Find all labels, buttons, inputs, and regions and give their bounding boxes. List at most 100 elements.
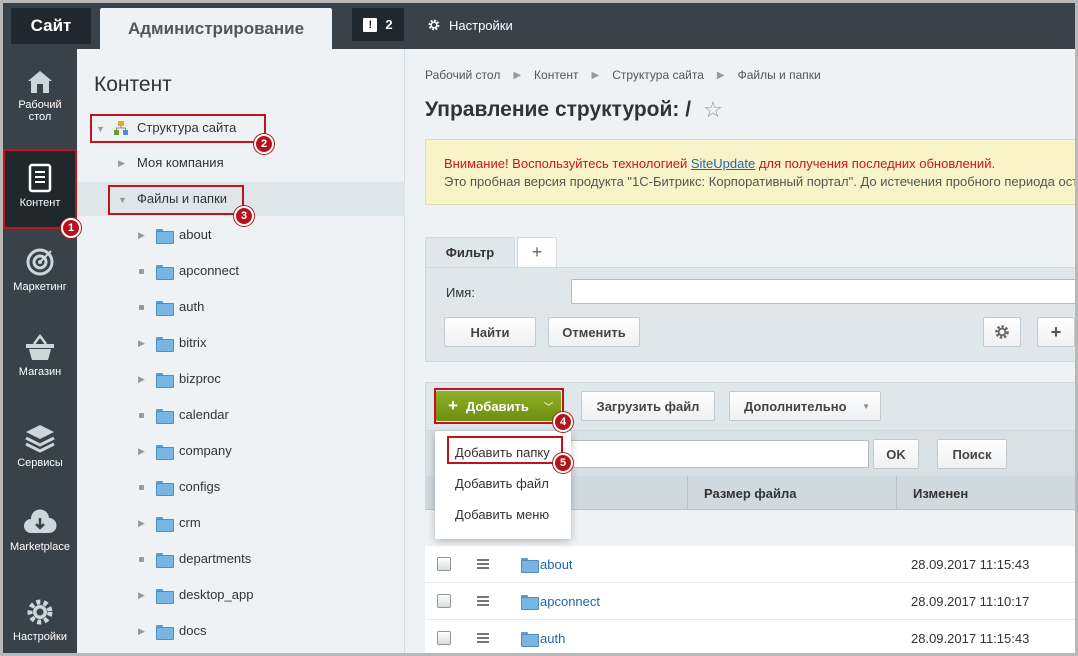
find-button[interactable]: Найти — [444, 317, 536, 347]
update-alert: Внимание! Воспользуйтесь технологией Sit… — [425, 139, 1075, 205]
tree-folder-item[interactable]: ▶ company — [77, 434, 405, 468]
chevron-right-icon: ▶ — [716, 69, 725, 81]
breadcrumb: Рабочий стол ▶ Контент ▶ Структура сайта ▶ … — [425, 68, 821, 82]
tree-folder-item[interactable]: configs — [77, 470, 405, 504]
table-row[interactable]: auth 28.09.2017 11:15:43 — [425, 620, 1075, 653]
search-button[interactable]: Поиск — [937, 439, 1007, 469]
row-menu-icon[interactable] — [477, 596, 489, 606]
upload-file-button[interactable]: Загрузить файл — [581, 391, 715, 421]
folder-icon — [156, 517, 174, 532]
column-header-modified[interactable]: Изменен — [896, 476, 1075, 510]
cancel-button[interactable]: Отменить — [548, 317, 640, 347]
tree-folder-item[interactable]: apconnect — [77, 254, 405, 288]
step-badge: 5 — [553, 453, 573, 473]
menu-item-add-menu[interactable]: Добавить меню — [455, 507, 549, 522]
nav-marketplace-label: Marketplace — [10, 541, 70, 553]
nav-shop-label: Магазин — [18, 366, 62, 378]
folder-icon — [156, 229, 174, 244]
site-tab[interactable]: Сайт — [11, 8, 91, 44]
expand-arrow-icon[interactable]: ▶ — [138, 590, 145, 601]
expand-arrow-icon[interactable]: ▶ — [138, 338, 145, 349]
expand-arrow-icon[interactable]: ▶ — [118, 158, 125, 169]
search-input[interactable] — [546, 440, 869, 468]
tab-filter[interactable]: Фильтр — [425, 237, 515, 267]
nav-settings-label: Настройки — [13, 631, 67, 643]
tree-folder-label: bizproc — [179, 371, 221, 386]
bullet-icon — [139, 305, 144, 310]
tree-folder-label: docs — [179, 623, 207, 638]
file-name-link[interactable]: apconnect — [540, 594, 600, 609]
breadcrumb-item[interactable]: Контент — [534, 68, 578, 82]
chevron-right-icon: ▶ — [591, 69, 600, 81]
column-header-size[interactable]: Размер файла — [687, 476, 897, 510]
folder-icon — [156, 445, 174, 460]
content-tree-panel: Контент ▼ Структура сайта ▶ Моя компания… — [77, 49, 405, 653]
filter-name-input[interactable] — [571, 279, 1075, 304]
tree-folder-item[interactable]: ▶ bitrix — [77, 326, 405, 360]
page-title-text: Управление структурой: / — [425, 98, 692, 121]
row-checkbox[interactable] — [437, 594, 451, 608]
menu-item-add-file[interactable]: Добавить файл — [455, 476, 549, 491]
tree-folder-item[interactable]: auth — [77, 290, 405, 324]
home-icon — [28, 71, 52, 93]
expand-arrow-icon[interactable]: ▶ — [138, 626, 145, 637]
modified-date: 28.09.2017 11:15:43 — [911, 557, 1030, 572]
row-checkbox[interactable] — [437, 557, 451, 571]
row-menu-icon[interactable] — [477, 559, 489, 569]
nav-content-label: Контент — [19, 197, 61, 209]
nav-desktop[interactable]: Рабочий стол — [3, 69, 77, 139]
tree-folder-label: configs — [179, 479, 221, 494]
nav-desktop-label: Рабочий стол — [18, 99, 62, 123]
tree-item-my-company[interactable]: ▶ Моя компания — [77, 146, 405, 180]
admin-tab[interactable]: Администрирование — [100, 8, 332, 49]
row-menu-icon[interactable] — [477, 633, 489, 643]
tree-folder-label: calendar — [179, 407, 229, 422]
nav-marketplace[interactable]: Marketplace — [3, 509, 77, 569]
tree-folder-item[interactable]: ▶ crm — [77, 506, 405, 540]
tree-folder-item[interactable]: ▶ docs — [77, 614, 405, 648]
siteupdate-link[interactable]: SiteUpdate — [691, 156, 755, 171]
file-name-link[interactable]: about — [540, 557, 573, 572]
breadcrumb-item[interactable]: Структура сайта — [612, 68, 704, 82]
table-row[interactable]: apconnect 28.09.2017 11:10:17 — [425, 583, 1075, 620]
nav-shop[interactable]: Магазин — [3, 334, 77, 394]
breadcrumb-item[interactable]: Рабочий стол — [425, 68, 500, 82]
table-row[interactable]: about 28.09.2017 11:15:43 — [425, 546, 1075, 583]
expand-arrow-icon[interactable]: ▶ — [138, 518, 145, 529]
nav-marketing-label: Маркетинг — [13, 281, 67, 293]
breadcrumb-item[interactable]: Файлы и папки — [738, 68, 821, 82]
highlight-files-folders — [108, 185, 244, 215]
row-checkbox[interactable] — [437, 631, 451, 645]
more-actions-button[interactable]: Дополнительно ▼ — [729, 391, 881, 421]
modified-date: 28.09.2017 11:10:17 — [911, 594, 1030, 609]
filter-settings-button[interactable] — [983, 317, 1021, 347]
nav-settings[interactable]: Настройки — [3, 597, 77, 653]
tree-folder-item[interactable]: ▶ bizproc — [77, 362, 405, 396]
expand-arrow-icon[interactable]: ▶ — [138, 446, 145, 457]
expand-arrow-icon[interactable]: ▶ — [138, 374, 145, 385]
nav-content[interactable]: Контент — [3, 149, 77, 229]
tree-label: Моя компания — [137, 155, 224, 170]
file-name-link[interactable]: auth — [540, 631, 565, 646]
tree-folder-item[interactable]: ▶ desktop_app — [77, 578, 405, 612]
tree-folder-label: departments — [179, 551, 252, 566]
folder-icon — [156, 409, 174, 424]
tree-folder-item[interactable]: calendar — [77, 398, 405, 432]
add-filter-tab-button[interactable]: + — [517, 237, 557, 267]
left-navigation: Рабочий стол Контент Маркетинг Магазин С… — [3, 49, 77, 653]
ok-button[interactable]: OK — [873, 439, 919, 469]
star-icon[interactable]: ☆ — [703, 97, 723, 123]
settings-link[interactable]: Настройки — [427, 15, 513, 35]
highlight-add-button — [434, 388, 564, 424]
gear-icon — [27, 599, 53, 625]
settings-label: Настройки — [449, 17, 513, 33]
add-filter-field-button[interactable]: + — [1037, 317, 1075, 347]
alert-warning-prefix: Внимание! Воспользуйтесь технологией — [444, 156, 691, 171]
tree-folder-item[interactable]: departments — [77, 542, 405, 576]
nav-marketing[interactable]: Маркетинг — [3, 247, 77, 307]
expand-arrow-icon[interactable]: ▶ — [138, 230, 145, 241]
notifications-button[interactable]: ! 2 — [352, 8, 404, 41]
dropdown-arrow-icon: ▼ — [862, 402, 870, 411]
nav-services[interactable]: Сервисы — [3, 423, 77, 483]
folder-icon — [156, 373, 174, 388]
